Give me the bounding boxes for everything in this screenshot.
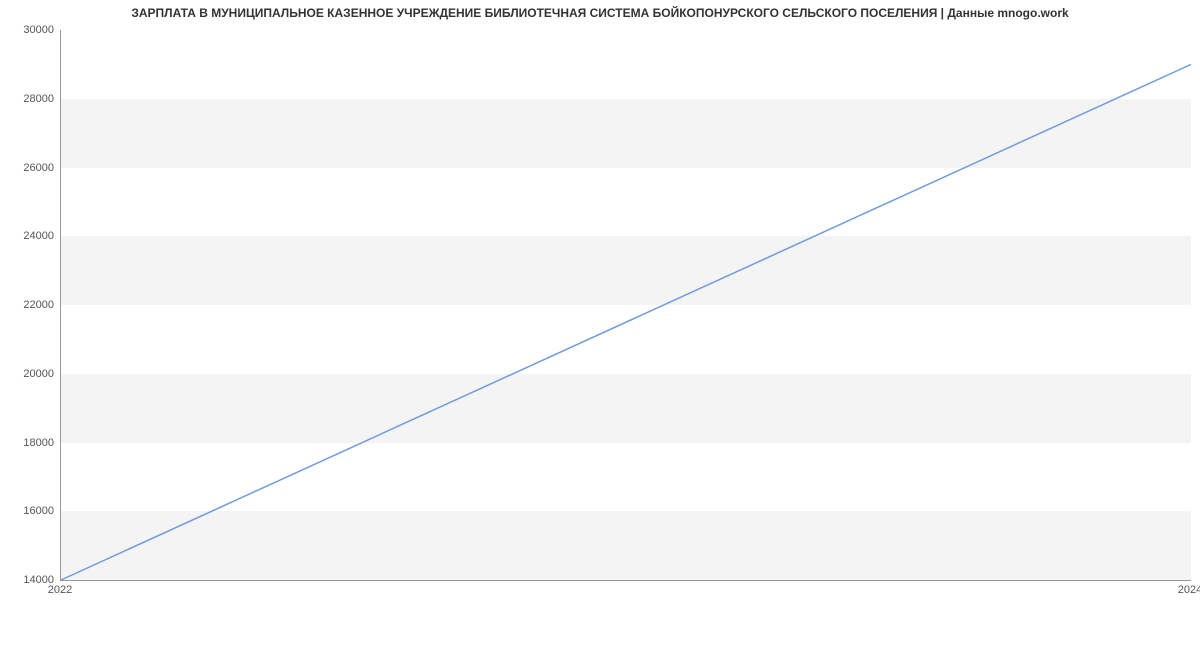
y-tick-label: 22000 — [4, 299, 54, 311]
y-tick-label: 24000 — [4, 230, 54, 242]
y-tick-label: 26000 — [4, 162, 54, 174]
chart-title: ЗАРПЛАТА В МУНИЦИПАЛЬНОЕ КАЗЕННОЕ УЧРЕЖД… — [0, 6, 1200, 20]
y-tick-label: 16000 — [4, 505, 54, 517]
y-tick-label: 18000 — [4, 437, 54, 449]
y-tick-label: 14000 — [4, 574, 54, 586]
x-tick-label: 2024 — [1178, 584, 1200, 596]
chart-container: ЗАРПЛАТА В МУНИЦИПАЛЬНОЕ КАЗЕННОЕ УЧРЕЖД… — [0, 0, 1200, 620]
y-tick-label: 30000 — [4, 24, 54, 36]
y-tick-label: 28000 — [4, 93, 54, 105]
y-tick-label: 20000 — [4, 368, 54, 380]
line-series — [61, 30, 1191, 580]
x-tick-label: 2022 — [48, 584, 72, 596]
plot-area — [60, 30, 1191, 581]
